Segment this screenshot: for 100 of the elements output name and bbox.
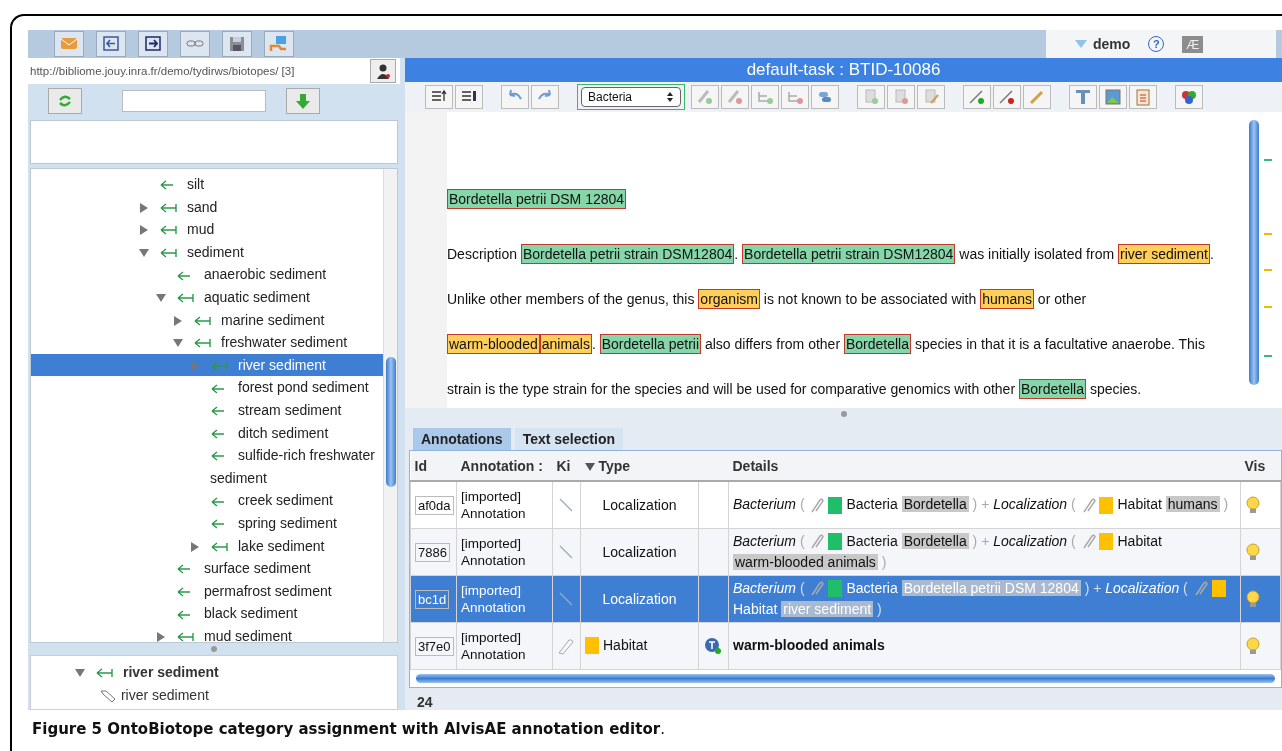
lines-up-button[interactable] <box>425 85 453 109</box>
line-plus-button[interactable] <box>963 85 991 109</box>
bar-arrow-icon <box>176 632 196 642</box>
circles-button[interactable] <box>1175 85 1203 109</box>
line-minus-button[interactable] <box>993 85 1021 109</box>
pencil-plus-button[interactable] <box>691 85 719 109</box>
pencil-minus-button[interactable] <box>721 85 749 109</box>
arrow-left-button[interactable] <box>96 31 126 57</box>
bacterium-mention[interactable]: Bordetella petrii <box>599 334 702 354</box>
column-header[interactable]: Id <box>410 451 457 481</box>
tree-item[interactable]: aquatic sediment <box>31 285 383 309</box>
mention-text: warm-blooded animals <box>733 637 885 653</box>
tree-item[interactable]: lake sediment <box>31 534 383 558</box>
tree-item[interactable]: stream sediment <box>31 398 383 422</box>
refresh-button[interactable] <box>48 88 82 114</box>
tree-item[interactable]: black sediment <box>31 602 383 625</box>
bacterium-mention[interactable]: Bordetella <box>1018 379 1086 399</box>
table-row[interactable]: bc1d [imported] Annotation Localization Bacterium ( Bacteria Bordetella petrii DSM 12804 ) + Localization ( Habitat river sediment ) <box>410 575 1281 622</box>
column-header[interactable]: Type <box>580 451 699 481</box>
tree-item[interactable]: spring sediment <box>31 511 383 535</box>
scrollbar[interactable] <box>416 673 1275 683</box>
clipboard-button[interactable] <box>1129 85 1157 109</box>
envelope-button[interactable] <box>54 31 84 57</box>
floppy-disk-button[interactable] <box>222 31 252 57</box>
tree-item[interactable]: river sediment <box>31 353 383 377</box>
tree-item[interactable]: forest pond sediment <box>31 376 383 399</box>
tree-item[interactable]: silt <box>31 173 383 196</box>
splitter-handle[interactable] <box>211 646 217 652</box>
page-pencil-button[interactable] <box>917 85 945 109</box>
tree-item[interactable]: freshwater sediment <box>31 331 383 354</box>
splitter-handle[interactable] <box>840 411 847 417</box>
arrow-left-icon <box>101 34 121 54</box>
download-button[interactable] <box>286 88 320 114</box>
punctuation: ) <box>972 532 978 549</box>
tree-item[interactable]: river sediment <box>75 684 397 706</box>
refresh-icon <box>56 92 74 110</box>
line-minus-icon <box>997 87 1017 107</box>
chain-button[interactable] <box>180 31 210 57</box>
habitat-mention[interactable]: warm-blooded <box>447 334 540 354</box>
tree-item[interactable]: permafrost sediment <box>31 579 383 603</box>
bar-arrow-icon <box>210 541 230 552</box>
lines-down-button[interactable] <box>455 85 483 109</box>
search-field[interactable] <box>122 90 266 112</box>
page-minus-button[interactable] <box>887 85 915 109</box>
bracket-plus-button[interactable] <box>751 85 779 109</box>
user-button[interactable] <box>370 59 396 83</box>
habitat-mention[interactable]: animals <box>539 334 592 354</box>
tree-item[interactable]: mud <box>31 218 383 241</box>
paperclip-icon <box>808 579 825 598</box>
paperclip-icon <box>808 496 825 515</box>
role-label: Localization <box>1105 579 1180 596</box>
redo-button[interactable] <box>531 85 559 109</box>
hand-screen-button[interactable] <box>264 31 294 57</box>
tab[interactable]: Annotations <box>413 428 511 450</box>
tab[interactable]: Text selection <box>514 428 623 450</box>
tree-item[interactable]: ditch sediment <box>31 421 383 445</box>
undo-button[interactable] <box>501 85 529 109</box>
caret-right-icon <box>139 225 149 236</box>
type-dropdown[interactable]: Bacteria <box>581 87 681 107</box>
tree-item[interactable]: surface sediment <box>31 557 383 580</box>
pillar-button[interactable] <box>1069 85 1097 109</box>
scrollbar[interactable] <box>1249 120 1259 385</box>
bacterium-mention[interactable]: Bordetella petrii strain DSM12804 <box>520 244 735 264</box>
mention-text: Bordetella petrii DSM 12804 <box>901 579 1081 596</box>
pencil-button[interactable] <box>1023 85 1051 109</box>
bar-arrow-icon <box>159 248 179 259</box>
column-header[interactable]: Details <box>728 451 1241 481</box>
tree-item[interactable]: sand <box>31 195 383 219</box>
habitat-mention[interactable]: river sediment <box>1118 244 1210 264</box>
tree-item[interactable]: river sediment <box>75 660 397 684</box>
plain-text: Bacteria <box>846 532 898 549</box>
bacterium-mention[interactable]: Bordetella <box>843 334 911 354</box>
column-header[interactable]: Ki <box>552 451 581 481</box>
tree-item[interactable]: anaerobic sediment <box>31 263 383 286</box>
bar-arrow-icon <box>210 361 230 372</box>
type-label: Localization <box>602 496 677 513</box>
table-row[interactable]: 7886 [imported] Annotation Localization Bacterium ( Bacteria Bordetella ) + Localization ( Habitat warm-blooded animals ) <box>410 528 1281 575</box>
bacterium-mention[interactable]: Bordetella petrii strain DSM12804 <box>742 244 956 264</box>
pillar-icon <box>1073 87 1093 107</box>
habitat-mention[interactable]: humans <box>980 289 1034 309</box>
habitat-mention[interactable]: organism <box>698 289 760 309</box>
caret-down-icon <box>139 248 149 259</box>
punctuation: ) <box>1084 579 1090 596</box>
bracket-minus-button[interactable] <box>781 85 809 109</box>
light-bulb-icon <box>1245 635 1261 656</box>
page-plus-button[interactable] <box>857 85 885 109</box>
scrollbar[interactable] <box>383 169 397 642</box>
tree-item[interactable]: marine sediment <box>31 308 383 332</box>
picture-button[interactable] <box>1099 85 1127 109</box>
tree-item[interactable]: sediment <box>31 240 383 264</box>
type-label: Localization <box>602 543 677 560</box>
bacterium-mention[interactable]: Bordetella petrii DSM 12804 <box>447 189 627 209</box>
arrow-right-button[interactable] <box>138 31 168 57</box>
user-menu[interactable]: demo <box>1074 36 1131 52</box>
pills-button[interactable] <box>811 85 839 109</box>
mention-text: river sediment <box>781 600 874 617</box>
tree-item[interactable]: creek sediment <box>31 489 383 512</box>
tree-item[interactable]: mud sediment <box>31 624 383 642</box>
column-header[interactable]: Vis <box>1240 451 1281 481</box>
column-header[interactable]: Annotation : <box>456 451 553 481</box>
